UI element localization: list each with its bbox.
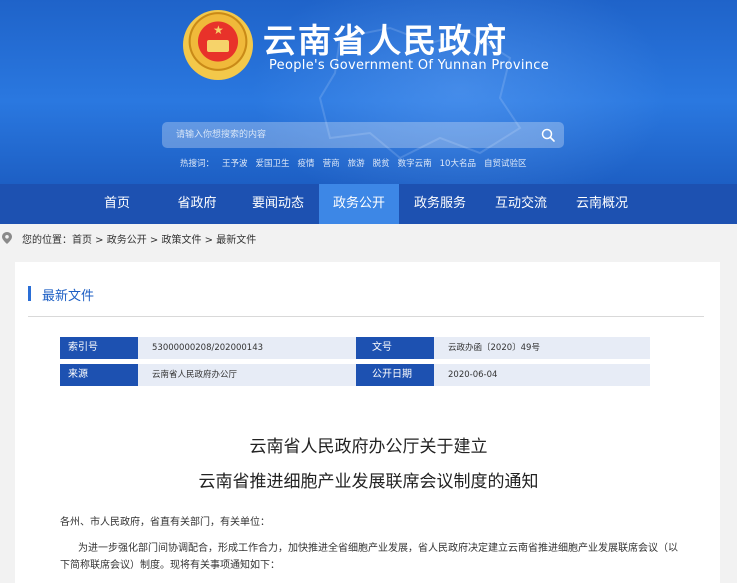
meta-label-source: 来源: [60, 364, 138, 386]
nav-item-home[interactable]: 首页: [77, 184, 157, 224]
site-header: ★ 云南省人民政府 People's Government Of Yunnan …: [0, 0, 737, 184]
hot-word[interactable]: 王予波: [222, 159, 248, 169]
document-body-line1: 为进一步强化部门间协调配合，形成工作合力，加快推进全省细胞产业发展，省人民政府决…: [78, 543, 678, 554]
document-title-line1: 云南省人民政府办公厅关于建立: [249, 437, 488, 457]
site-title[interactable]: 云南省人民政府: [263, 14, 508, 62]
main-nav: 首页 省政府 要闻动态 政务公开 政务服务 互动交流 云南概况: [0, 184, 737, 224]
column-title: 最新文件: [42, 289, 95, 304]
document-salutation: 各州、市人民政府，省直有关部门，有关单位：: [60, 517, 270, 528]
meta-row: 索引号 53000000208/202000143 文号 云政办函〔2020〕4…: [60, 337, 650, 359]
meta-value-docno: 云政办函〔2020〕49号: [434, 337, 650, 359]
meta-value-source: 云南省人民政府办公厅: [138, 364, 356, 386]
content-panel: 最新文件: [15, 262, 720, 583]
hot-word[interactable]: 旅游: [348, 159, 365, 169]
hot-word[interactable]: 脱贫: [373, 159, 390, 169]
document-title-line2: 云南省推进细胞产业发展联席会议制度的通知: [198, 472, 539, 492]
nav-item-provincial-government[interactable]: 省政府: [157, 184, 237, 224]
search-input[interactable]: [176, 127, 516, 143]
breadcrumb-text[interactable]: 您的位置：首页 > 政务公开 > 政策文件 > 最新文件: [22, 231, 256, 246]
column-accent-bar: [28, 286, 31, 301]
emblem-gate-icon: [207, 40, 229, 52]
column-header: 最新文件: [28, 285, 704, 317]
hot-search-words: 热搜词： 王予波 爱国卫生 疫情 营商 旅游 脱贫 数字云南 10大名品 自贸试验区: [180, 157, 534, 169]
meta-value-date: 2020-06-04: [434, 364, 650, 386]
hot-word[interactable]: 营商: [323, 159, 340, 169]
hot-word[interactable]: 疫情: [298, 159, 315, 169]
search-box: [162, 122, 564, 148]
site-title-english: People's Government Of Yunnan Province: [269, 58, 550, 73]
hot-word[interactable]: 数字云南: [398, 159, 432, 169]
hot-search-label: 热搜词：: [180, 159, 215, 169]
emblem-star-icon: ★: [213, 23, 224, 37]
national-emblem-icon: ★: [183, 10, 253, 80]
hot-word[interactable]: 10大名品: [440, 159, 476, 169]
meta-label-docno: 文号: [356, 337, 434, 359]
location-pin-icon: [2, 232, 12, 244]
meta-value-index: 53000000208/202000143: [138, 337, 356, 359]
hot-word[interactable]: 爱国卫生: [256, 159, 290, 169]
hot-word[interactable]: 自贸试验区: [484, 159, 527, 169]
nav-item-yunnan-overview[interactable]: 云南概况: [562, 184, 642, 224]
meta-row: 来源 云南省人民政府办公厅 公开日期 2020-06-04: [60, 364, 650, 386]
document-body-line2: 下简称联席会议）制度。现将有关事项通知如下：: [60, 560, 280, 571]
meta-label-index: 索引号: [60, 337, 138, 359]
nav-item-government-services[interactable]: 政务服务: [400, 184, 480, 224]
nav-item-interaction[interactable]: 互动交流: [481, 184, 561, 224]
search-icon[interactable]: [540, 127, 556, 143]
meta-label-date: 公开日期: [356, 364, 434, 386]
nav-item-government-affairs[interactable]: 政务公开: [319, 184, 399, 224]
nav-item-news[interactable]: 要闻动态: [238, 184, 318, 224]
breadcrumb: 您的位置：首页 > 政务公开 > 政策文件 > 最新文件: [0, 224, 737, 251]
